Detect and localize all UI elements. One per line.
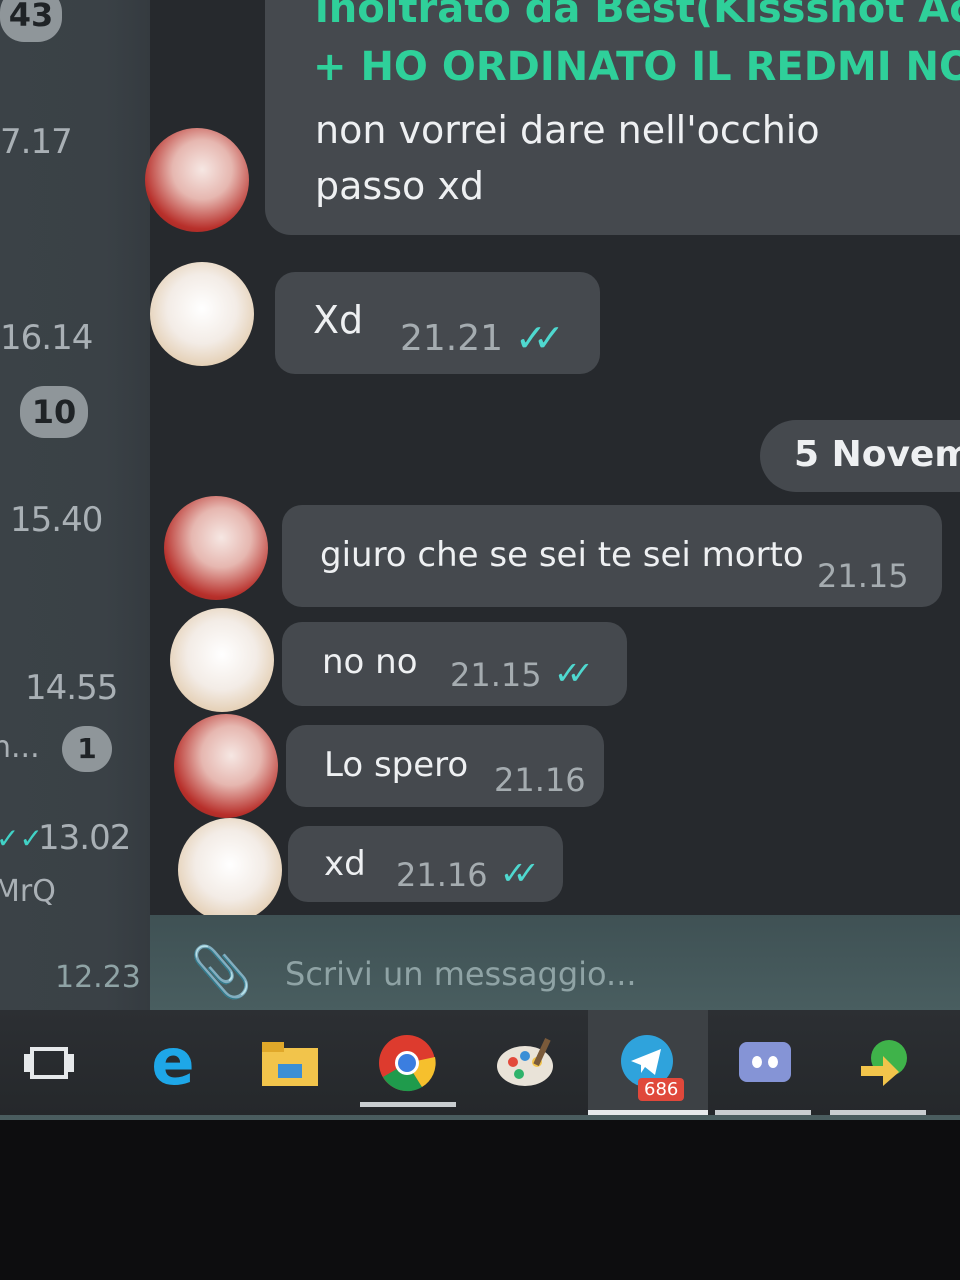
- app-running-indicator: [588, 1110, 708, 1115]
- discord-icon[interactable]: [730, 1028, 800, 1098]
- message-bubble-forwarded[interactable]: inoltrato da Best(Kissshot Acerol + HO O…: [265, 0, 960, 235]
- message-time: 21.15: [450, 656, 542, 694]
- app-running-indicator: [715, 1110, 811, 1115]
- edge-browser-icon[interactable]: e: [138, 1028, 208, 1098]
- message-bubble-outgoing[interactable]: no no 21.15 ✓✓: [282, 622, 627, 706]
- forwarded-header: inoltrato da Best(Kissshot Acerol: [315, 0, 960, 32]
- message-bubble-incoming[interactable]: Lo spero 21.16: [286, 725, 604, 807]
- file-explorer-icon[interactable]: [255, 1028, 325, 1098]
- monitor-screen: 43 7.17 16.14 10 15.40 14.55 n... 1 ✓✓ 1…: [0, 0, 960, 1120]
- chat-time: 16.14: [0, 318, 93, 358]
- date-separator: 5 Novem: [760, 420, 960, 492]
- chat-preview: n...: [0, 730, 40, 765]
- task-view-icon[interactable]: [14, 1028, 84, 1098]
- message-text: giuro che se sei te sei morto: [320, 535, 804, 575]
- unread-badge: 10: [20, 386, 88, 438]
- chat-time: 14.55: [25, 668, 118, 708]
- avatar[interactable]: [150, 262, 254, 366]
- message-input[interactable]: Scrivi un messaggio...: [285, 955, 637, 993]
- chat-list-sidebar[interactable]: 43 7.17 16.14 10 15.40 14.55 n... 1 ✓✓ 1…: [0, 0, 150, 1020]
- read-ticks-icon: ✓✓: [0, 822, 43, 855]
- chat-name: MrQ: [0, 874, 56, 909]
- message-time: 21.16: [396, 856, 488, 894]
- read-ticks-icon: ✓✓: [500, 854, 539, 892]
- message-time: 21.16: [494, 761, 586, 799]
- message-text: passo xd: [315, 164, 484, 208]
- chat-time: 12.23: [55, 960, 141, 995]
- message-composer: 📎 Scrivi un messaggio...: [150, 915, 960, 1020]
- message-text: no no: [322, 642, 418, 682]
- chat-area: inoltrato da Best(Kissshot Acerol + HO O…: [145, 0, 960, 922]
- chat-time: 7.17: [0, 122, 73, 162]
- paint-icon[interactable]: [492, 1028, 562, 1098]
- taskbar: e 686: [0, 1010, 960, 1115]
- forwarded-text: + HO ORDINATO IL REDMI NOTE 4: [313, 44, 960, 90]
- telegram-unread-badge: 686: [638, 1078, 685, 1101]
- message-text: xd: [324, 844, 366, 884]
- avatar[interactable]: [164, 496, 268, 600]
- avatar[interactable]: [145, 128, 249, 232]
- unread-badge: 43: [0, 0, 62, 42]
- message-text: Lo spero: [324, 745, 469, 785]
- attach-icon[interactable]: 📎: [190, 943, 252, 1002]
- message-bubble-incoming[interactable]: giuro che se sei te sei morto 21.15: [282, 505, 942, 607]
- read-ticks-icon: ✓✓: [554, 654, 593, 692]
- read-ticks-icon: ✓✓: [515, 316, 565, 360]
- message-bubble-outgoing[interactable]: Xd 21.21 ✓✓: [275, 272, 600, 374]
- avatar[interactable]: [170, 608, 274, 712]
- chat-time: 15.40: [10, 500, 103, 540]
- message-text: Xd: [313, 298, 364, 342]
- telegram-icon[interactable]: 686: [612, 1028, 685, 1101]
- message-bubble-outgoing[interactable]: xd 21.16 ✓✓: [288, 826, 563, 902]
- message-text: non vorrei dare nell'occhio: [315, 108, 820, 152]
- download-manager-icon[interactable]: [850, 1028, 920, 1098]
- app-running-indicator: [830, 1110, 926, 1115]
- avatar[interactable]: [178, 818, 282, 922]
- message-time: 21.15: [817, 557, 909, 595]
- app-running-indicator: [360, 1102, 456, 1107]
- chat-time: 13.02: [38, 818, 131, 858]
- message-time: 21.21: [400, 318, 504, 359]
- unread-badge: 1: [62, 726, 112, 772]
- avatar[interactable]: [174, 714, 278, 818]
- chrome-icon[interactable]: [372, 1028, 442, 1098]
